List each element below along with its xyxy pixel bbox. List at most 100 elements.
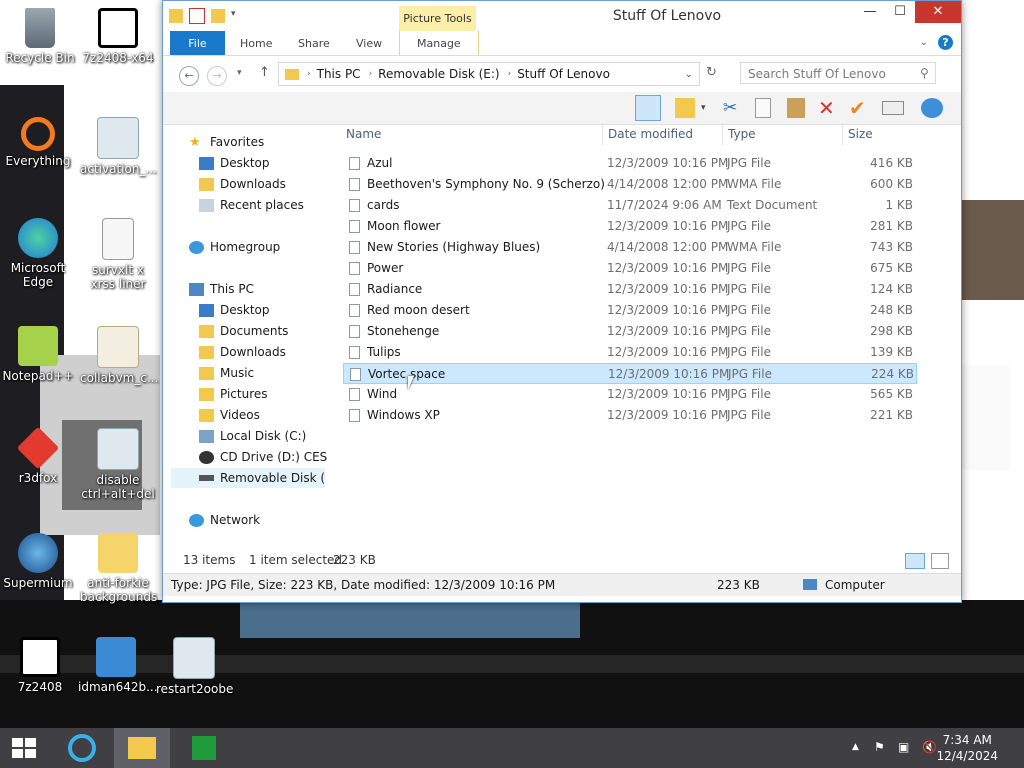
file-row[interactable]: Stonehenge 12/3/2009 10:16 PM JPG File 298 … bbox=[343, 321, 917, 342]
start-button[interactable] bbox=[0, 728, 48, 768]
globe-icon[interactable] bbox=[921, 98, 943, 118]
file-row[interactable]: Power 12/3/2009 10:16 PM JPG File 675 KB bbox=[343, 258, 917, 279]
nav-music[interactable]: Music bbox=[199, 363, 254, 383]
recent-locations-icon[interactable]: ▾ bbox=[237, 68, 242, 78]
refresh-icon[interactable]: ↻ bbox=[706, 65, 717, 80]
settings-script-icon[interactable]: disable ctrl+alt+del bbox=[80, 428, 156, 501]
volume-muted-icon[interactable]: 🔇 bbox=[922, 740, 937, 754]
show-hidden-icons-button[interactable]: ▲ bbox=[852, 742, 859, 752]
tab-file[interactable]: File bbox=[170, 31, 225, 55]
nav-network[interactable]: Network bbox=[189, 510, 260, 530]
cut-icon[interactable]: ✂ bbox=[723, 98, 743, 118]
supermium-browser-icon[interactable]: Supermium bbox=[0, 533, 76, 590]
minimize-button[interactable]: — bbox=[855, 1, 885, 23]
notepad-plus-plus-icon[interactable]: Notepad++ bbox=[0, 326, 76, 383]
breadcrumb-current-folder[interactable]: Stuff Of Lenovo bbox=[517, 67, 610, 81]
file-explorer-icon bbox=[128, 737, 156, 759]
r3dfox-browser-icon[interactable]: r3dfox bbox=[0, 426, 76, 485]
nav-documents[interactable]: Documents bbox=[199, 321, 288, 341]
desktop-icon bbox=[199, 303, 214, 317]
delete-icon[interactable]: ✕ bbox=[818, 98, 838, 118]
file-row[interactable]: Radiance 12/3/2009 10:16 PM JPG File 124 KB bbox=[343, 279, 917, 300]
back-button[interactable]: ← bbox=[179, 66, 199, 86]
forward-button[interactable]: → bbox=[207, 66, 227, 86]
file-row[interactable]: Beethoven's Symphony No. 9 (Scherzo) 4/14… bbox=[343, 174, 917, 195]
copy-icon[interactable] bbox=[755, 98, 771, 118]
7zip-icon[interactable]: 7z2408 bbox=[2, 637, 78, 694]
maximize-button[interactable]: ☐ bbox=[885, 1, 915, 23]
internet-explorer-button[interactable] bbox=[54, 728, 110, 768]
idm-installer-icon[interactable]: idman642b... bbox=[78, 637, 158, 694]
tab-share[interactable]: Share bbox=[298, 31, 330, 55]
file-row[interactable]: Red moon desert 12/3/2009 10:16 PM JPG Fil… bbox=[343, 300, 917, 321]
activation-script-icon[interactable]: activation_... bbox=[80, 117, 157, 176]
nav-favorites[interactable]: ★ Favorites bbox=[189, 132, 264, 152]
everything-app-icon[interactable]: Everything bbox=[0, 117, 76, 168]
file-date: 12/3/2009 10:16 PM bbox=[607, 387, 729, 401]
text-file-icon[interactable]: survxlt x xrss liner bbox=[80, 218, 156, 291]
help-icon[interactable]: ? bbox=[938, 35, 953, 50]
properties-icon[interactable] bbox=[882, 101, 904, 115]
column-header-size[interactable]: Size bbox=[843, 123, 917, 145]
large-icons-view-icon[interactable] bbox=[931, 553, 949, 569]
rename-check-icon[interactable]: ✔ bbox=[849, 98, 869, 118]
nav-favorites-desktop[interactable]: Desktop bbox=[199, 153, 270, 173]
usb-drive-icon bbox=[199, 475, 214, 481]
file-explorer-taskbar-button[interactable] bbox=[114, 728, 170, 768]
file-row[interactable]: Wind 12/3/2009 10:16 PM JPG File 565 KB bbox=[343, 384, 917, 405]
nav-this-pc[interactable]: This PC bbox=[189, 279, 254, 299]
details-view-icon[interactable] bbox=[905, 553, 925, 569]
file-row[interactable]: New Stories (Highway Blues) 4/14/2008 12:… bbox=[343, 237, 917, 258]
column-header-type[interactable]: Type bbox=[723, 123, 843, 145]
clock-date: 12/4/2024 bbox=[936, 749, 998, 763]
network-status-icon[interactable]: ▣ bbox=[898, 740, 909, 754]
restart-script-icon[interactable]: restart2oobe bbox=[156, 637, 233, 696]
tab-view[interactable]: View bbox=[356, 31, 382, 55]
paste-icon[interactable] bbox=[787, 98, 805, 118]
chevron-down-icon[interactable]: ▾ bbox=[701, 98, 711, 118]
breadcrumb-this-pc[interactable]: This PC bbox=[317, 67, 361, 81]
column-header-date[interactable]: Date modified bbox=[603, 123, 723, 145]
tab-manage[interactable]: Manage bbox=[399, 31, 479, 55]
close-button[interactable]: ✕ bbox=[915, 1, 961, 23]
preview-pane-icon[interactable] bbox=[635, 95, 661, 121]
nav-videos[interactable]: Videos bbox=[199, 405, 260, 425]
file-row[interactable]: Azul 12/3/2009 10:16 PM JPG File 416 KB bbox=[343, 153, 917, 174]
file-row[interactable]: Moon flower 12/3/2009 10:16 PM JPG File 281… bbox=[343, 216, 917, 237]
file-name: Wind bbox=[367, 387, 398, 401]
tab-home[interactable]: Home bbox=[240, 31, 272, 55]
file-name: Tulips bbox=[367, 345, 401, 359]
column-header-name[interactable]: Name bbox=[341, 123, 603, 145]
title-bar[interactable]: ▾ Picture Tools Stuff Of Lenovo — ☐ ✕ bbox=[163, 1, 961, 31]
nav-homegroup[interactable]: Homegroup bbox=[189, 237, 280, 257]
selection-size: 223 KB bbox=[333, 553, 376, 567]
nav-local-disk[interactable]: Local Disk (C:) bbox=[199, 426, 306, 446]
up-arrow-icon[interactable]: ↑ bbox=[259, 65, 270, 80]
store-button[interactable] bbox=[176, 728, 232, 768]
system-clock[interactable]: 7:34 AM 12/4/2024 bbox=[936, 732, 998, 764]
nav-cd-drive[interactable]: CD Drive (D:) CES_X6 bbox=[199, 447, 327, 467]
file-row[interactable]: Vortec space 12/3/2009 10:16 PM JPG File 22… bbox=[343, 363, 917, 384]
recycle-bin-icon[interactable]: Recycle Bin bbox=[2, 8, 78, 65]
zip-folder-icon[interactable]: anti-forkie backgrounds bbox=[80, 533, 157, 604]
7zip-installer-icon[interactable]: 7z2408-x64 bbox=[80, 8, 156, 65]
nav-desktop[interactable]: Desktop bbox=[199, 300, 270, 320]
action-center-flag-icon[interactable]: ⚑ bbox=[874, 740, 885, 754]
chevron-down-icon[interactable]: ⌄ bbox=[920, 37, 928, 48]
search-input[interactable]: Search Stuff Of Lenovo bbox=[740, 62, 936, 84]
folder-options-icon[interactable] bbox=[675, 98, 695, 118]
certificate-file-icon[interactable]: collabvm_c... bbox=[80, 326, 158, 385]
address-bar[interactable]: › This PC › Removable Disk (E:) › Stuff … bbox=[278, 62, 700, 86]
file-row[interactable]: Windows XP 12/3/2009 10:16 PM JPG File 221 … bbox=[343, 405, 917, 426]
nav-pictures[interactable]: Pictures bbox=[199, 384, 268, 404]
file-date: 12/3/2009 10:16 PM bbox=[607, 324, 729, 338]
breadcrumb-removable-disk[interactable]: Removable Disk (E:) bbox=[378, 67, 499, 81]
nav-favorites-downloads[interactable]: Downloads bbox=[199, 174, 286, 194]
microsoft-edge-icon[interactable]: Microsoft Edge bbox=[0, 218, 76, 289]
file-row[interactable]: Tulips 12/3/2009 10:16 PM JPG File 139 KB bbox=[343, 342, 917, 363]
file-row[interactable]: cards 11/7/2024 9:06 AM Text Document 1 KB bbox=[343, 195, 917, 216]
nav-downloads[interactable]: Downloads bbox=[199, 342, 286, 362]
chevron-down-icon[interactable]: ⌄ bbox=[685, 69, 693, 80]
nav-recent-places[interactable]: Recent places bbox=[199, 195, 304, 215]
nav-removable-disk[interactable]: Removable Disk (E:) bbox=[171, 468, 325, 488]
